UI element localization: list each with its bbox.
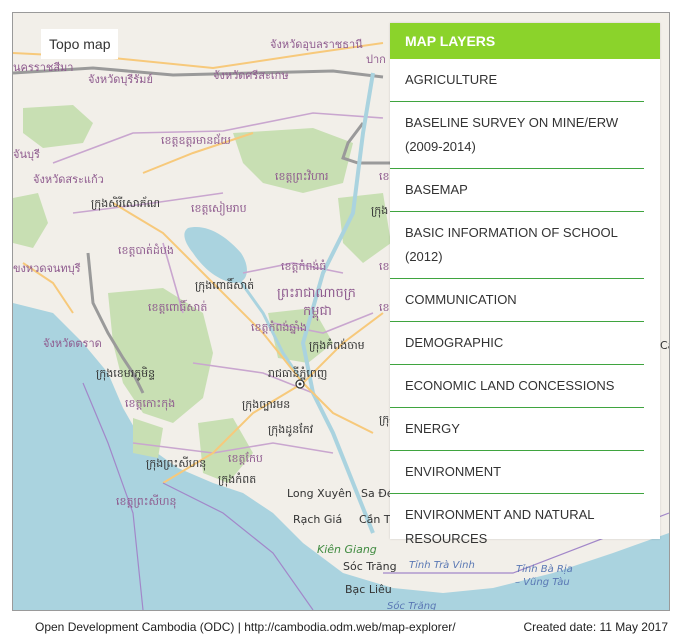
- footer-credit: Open Development Cambodia (ODC) | http:/…: [35, 620, 456, 634]
- region-label: Tỉnh Trà Vinh: [409, 559, 475, 571]
- place-label: ក្រុងកំពត: [218, 472, 256, 487]
- place-label: ខេត្តព្រះសីហនុ: [116, 494, 176, 509]
- layer-item-environment-natural-resources[interactable]: ENVIRONMENT AND NATURAL RESOURCES: [390, 494, 644, 560]
- place-label: ក្រុងសិរីសោភ័ណ: [91, 196, 160, 211]
- place-label: ខេត្តឧត្ដរមានជ័យ: [161, 133, 231, 147]
- place-label: ក្រុងព្រះសីហនុ: [146, 456, 206, 471]
- capital-label: រាជធានីភ្នំពេញ: [268, 366, 327, 380]
- place-label: Bạc Liêu: [345, 583, 392, 596]
- place-label: ปาก: [366, 53, 386, 66]
- place-label: ខេត្តកំពង់ឆ្នាំង: [251, 320, 307, 334]
- map-viewport[interactable]: จังหวัดอุบลราชธานี ปาก นครราชสีมา จังหวั…: [12, 12, 670, 611]
- layer-item-basemap[interactable]: BASEMAP: [390, 169, 644, 212]
- place-label: ខេត្តកំពង់ធំ: [281, 259, 326, 273]
- place-label: ខេត្តពោធិ៍សាត់: [148, 299, 207, 314]
- place-label: นครราชสีมา: [13, 61, 73, 74]
- place-label: Sóc Trăng: [343, 560, 397, 573]
- place-label: ขงหวดจนทบุรี: [13, 262, 81, 275]
- country-label: ព្រះរាជាណាចក្រ: [277, 286, 356, 301]
- layer-item-communication[interactable]: COMMUNICATION: [390, 279, 644, 322]
- place-label: จังหวัดตราด: [43, 337, 102, 350]
- place-label: ខេត្តបាត់ដំបង: [118, 243, 174, 257]
- place-label: จังหวัดอุบลราชธานี: [270, 38, 363, 51]
- layer-item-agriculture[interactable]: AGRICULTURE: [390, 59, 644, 102]
- place-label: Ca: [660, 339, 669, 352]
- place-label: ក្រុងច្បារមន: [242, 398, 290, 412]
- place-label: จังหวัดสระแก้ว: [33, 173, 104, 186]
- layer-item-economic-land-concessions[interactable]: ECONOMIC LAND CONCESSIONS: [390, 365, 644, 408]
- place-label: ខេត្តកែប: [228, 451, 263, 465]
- place-label: Long Xuyên: [287, 487, 352, 500]
- layer-item-mine-erw-survey[interactable]: BASELINE SURVEY ON MINE/ERW (2009-2014): [390, 102, 644, 169]
- map-layers-title: MAP LAYERS: [390, 23, 660, 59]
- place-label: ខេត្តកោះកុង: [125, 397, 175, 411]
- region-label: – Vũng Tàu: [515, 576, 570, 588]
- region-label: Sóc Trăng: [387, 600, 436, 610]
- region-label: Tỉnh Bà Rịa: [516, 563, 573, 575]
- topo-map-toggle[interactable]: Topo map: [41, 29, 119, 59]
- layer-item-environment[interactable]: ENVIRONMENT: [390, 451, 644, 494]
- region-label: Kiên Giang: [317, 543, 377, 556]
- place-label: ក្រុងកំពង់ចាម: [309, 338, 365, 353]
- capital-marker-dot: [298, 382, 302, 386]
- place-label: ក្រុងដូនកែវ: [268, 422, 314, 437]
- place-label: ក្រុងខេមរភូមិន្ទ: [96, 366, 155, 381]
- layer-item-energy[interactable]: ENERGY: [390, 408, 644, 451]
- place-label: ក្រុងពោធិ៍សាត់: [195, 277, 254, 293]
- country-label: កម្ពុជា: [303, 304, 332, 321]
- place-label: จังหวัดบุรีรัมย์: [88, 73, 153, 86]
- place-label: ខេត្តសៀមរាប: [191, 201, 247, 216]
- place-label: จังหวัดศรีสะเกษ: [213, 69, 289, 82]
- place-label: ខេត្តព្រះវិហារ: [275, 169, 329, 183]
- footer-created-date: Created date: 11 May 2017: [523, 620, 668, 634]
- place-label: จันบุรี: [13, 148, 40, 161]
- place-label: Rạch Giá: [293, 513, 342, 526]
- layer-item-school-info[interactable]: BASIC INFORMATION OF SCHOOL (2012): [390, 212, 644, 279]
- layer-item-demographic[interactable]: DEMOGRAPHIC: [390, 322, 644, 365]
- map-layers-panel: MAP LAYERS AGRICULTURE BASELINE SURVEY O…: [390, 23, 660, 546]
- place-label: ក្រុង: [371, 204, 388, 218]
